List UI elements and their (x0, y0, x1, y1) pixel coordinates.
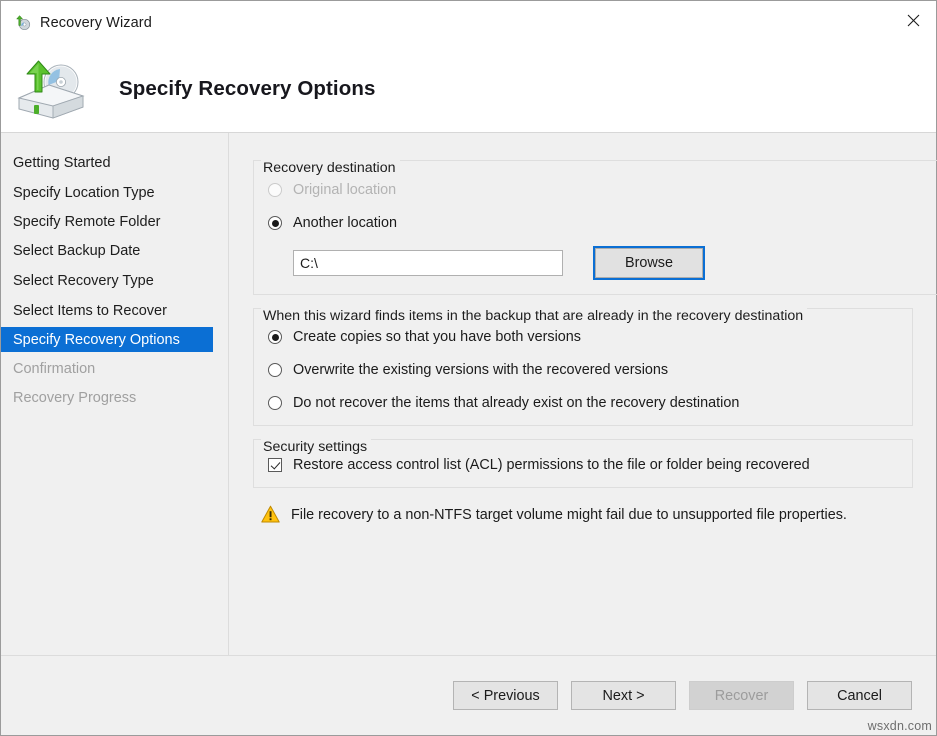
sidebar-item-select-recovery-type[interactable]: Select Recovery Type (1, 268, 213, 293)
sidebar-item-label: Select Recovery Type (13, 273, 154, 289)
radio-do-not-recover-indicator[interactable] (268, 396, 282, 410)
sidebar-item-label: Select Backup Date (13, 243, 140, 259)
recovery-wizard-window: Recovery Wizard (0, 0, 937, 736)
radio-overwrite-existing-label: Overwrite the existing versions with the… (293, 362, 668, 378)
sidebar-item-label: Specify Recovery Options (13, 332, 180, 348)
recovery-path-input[interactable] (293, 250, 563, 276)
recovery-destination-group: Recovery destination Original location A… (253, 160, 937, 295)
wizard-steps-sidebar: Getting Started Specify Location Type Sp… (1, 133, 229, 655)
cancel-button[interactable]: Cancel (807, 681, 912, 710)
checkbox-restore-acl[interactable]: Restore access control list (ACL) permis… (268, 454, 898, 476)
checkbox-restore-acl-indicator[interactable] (268, 458, 282, 472)
sidebar-item-label: Select Items to Recover (13, 303, 167, 319)
sidebar-item-select-items-to-recover[interactable]: Select Items to Recover (1, 298, 213, 323)
security-settings-group: Security settings Restore access control… (253, 439, 913, 488)
sidebar-item-specify-location-type[interactable]: Specify Location Type (1, 180, 213, 205)
title-bar: Recovery Wizard (1, 1, 936, 45)
radio-original-location: Original location (268, 179, 928, 201)
recover-button: Recover (689, 681, 794, 710)
checkbox-restore-acl-label: Restore access control list (ACL) permis… (293, 457, 810, 473)
previous-button[interactable]: < Previous (453, 681, 558, 710)
radio-another-location-indicator[interactable] (268, 216, 282, 230)
window-title: Recovery Wizard (40, 15, 152, 31)
warning-text: File recovery to a non-NTFS target volum… (291, 507, 847, 523)
close-icon (907, 14, 920, 27)
security-settings-legend: Security settings (261, 439, 371, 455)
wizard-content: Recovery destination Original location A… (229, 133, 936, 655)
radio-create-copies-label: Create copies so that you have both vers… (293, 329, 581, 345)
disk-restore-arrow-icon (13, 58, 91, 120)
radio-do-not-recover-label: Do not recover the items that already ex… (293, 395, 739, 411)
sidebar-item-label: Recovery Progress (13, 390, 136, 406)
sidebar-item-select-backup-date[interactable]: Select Backup Date (1, 238, 213, 263)
sidebar-item-label: Getting Started (13, 155, 111, 171)
wizard-body: Getting Started Specify Location Type Sp… (1, 133, 936, 655)
conflict-handling-group: When this wizard finds items in the back… (253, 308, 913, 426)
browse-button[interactable]: Browse (595, 248, 703, 278)
sidebar-item-label: Specify Location Type (13, 185, 155, 201)
watermark: wsxdn.com (868, 719, 932, 733)
next-button[interactable]: Next > (571, 681, 676, 710)
wizard-header: Specify Recovery Options (1, 45, 936, 133)
radio-create-copies-indicator[interactable] (268, 330, 282, 344)
sidebar-item-label: Specify Remote Folder (13, 214, 160, 230)
radio-do-not-recover[interactable]: Do not recover the items that already ex… (268, 392, 898, 414)
location-path-row: Browse (268, 248, 928, 278)
content-inner: Recovery destination Original location A… (229, 133, 936, 655)
radio-overwrite-existing[interactable]: Overwrite the existing versions with the… (268, 359, 898, 381)
close-button[interactable] (890, 1, 936, 39)
warning-triangle-icon (261, 505, 280, 524)
conflict-handling-legend: When this wizard finds items in the back… (261, 308, 807, 324)
sidebar-item-getting-started[interactable]: Getting Started (1, 150, 213, 175)
warning-message: File recovery to a non-NTFS target volum… (253, 505, 914, 524)
recovery-disk-icon (14, 15, 31, 32)
radio-another-location-label: Another location (293, 215, 397, 231)
sidebar-item-specify-recovery-options[interactable]: Specify Recovery Options (1, 327, 213, 352)
recovery-destination-legend: Recovery destination (261, 160, 400, 176)
sidebar-item-recovery-progress: Recovery Progress (1, 385, 213, 410)
radio-another-location[interactable]: Another location (268, 212, 928, 234)
radio-original-location-label: Original location (293, 182, 396, 198)
wizard-footer: < Previous Next > Recover Cancel wsxdn.c… (1, 655, 936, 735)
title-bar-left: Recovery Wizard (1, 15, 152, 32)
sidebar-item-specify-remote-folder[interactable]: Specify Remote Folder (1, 209, 213, 234)
recovery-destination-frame: Original location Another location Brows… (253, 160, 937, 295)
conflict-handling-frame: Create copies so that you have both vers… (253, 308, 913, 426)
sidebar-item-label: Confirmation (13, 361, 95, 377)
radio-create-copies[interactable]: Create copies so that you have both vers… (268, 326, 898, 348)
sidebar-item-confirmation: Confirmation (1, 356, 213, 381)
radio-overwrite-existing-indicator[interactable] (268, 363, 282, 377)
page-title: Specify Recovery Options (119, 77, 375, 101)
radio-original-location-indicator (268, 183, 282, 197)
